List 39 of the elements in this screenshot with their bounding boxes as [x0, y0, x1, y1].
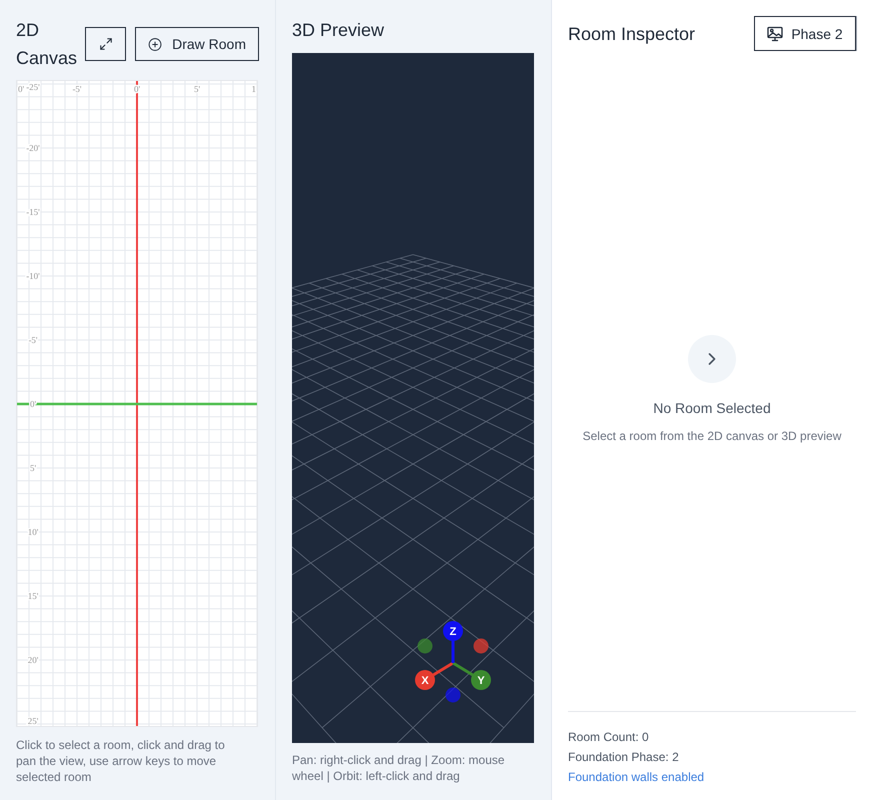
expand-button[interactable]	[85, 27, 126, 61]
stat-text: Room Count: 0	[568, 729, 650, 746]
status-text: Foundation walls enabled	[568, 769, 706, 786]
axis-tick-label: 1	[252, 84, 256, 94]
panel-title: Room Inspector	[568, 22, 696, 46]
axis-tick-label: 15'	[28, 591, 38, 601]
axis-tick-label: 5'	[194, 84, 200, 94]
axis-tick-label: 0'	[18, 84, 24, 94]
axis-dot-icon[interactable]	[474, 638, 488, 654]
axis-tick-label: 20'	[28, 655, 38, 665]
axis-tick-label: 5'	[30, 463, 36, 473]
axis-tick-label: -15'	[26, 207, 40, 217]
axis-dot-icon[interactable]	[446, 688, 460, 702]
preview-hint-text: Pan: right-click and drag | Zoom: mouse wheel | Orbit: left-click and drag	[292, 752, 506, 784]
empty-state-text: Select a room from the 2D canvas or 3D preview	[582, 428, 842, 444]
canvas-hint-text: Click to select a room, click and drag to pan the view, use arrow keys to move selected room	[16, 737, 226, 785]
axis-tick-label: -20'	[26, 143, 40, 153]
axis-handle[interactable]: Z	[443, 621, 463, 641]
panel-title: 3D Preview	[292, 19, 386, 42]
axis-handle[interactable]: Y	[471, 670, 491, 690]
monitor-image-icon	[767, 26, 784, 42]
phase-button[interactable]: Phase 2	[754, 16, 856, 51]
draw-room-button[interactable]: Draw Room	[135, 27, 259, 61]
plus-circle-icon	[148, 36, 162, 52]
axis-handle[interactable]: X	[415, 670, 435, 690]
panel-title: 2D Canvas	[16, 19, 78, 70]
chevron-right-icon	[688, 334, 736, 382]
expand-icon	[98, 37, 112, 51]
axis-tick-label: -5'	[72, 84, 82, 94]
axis-tick-label: 0'	[30, 399, 36, 409]
axis-dot-icon[interactable]	[418, 638, 432, 654]
axis-tick-label: 25'	[28, 716, 38, 726]
empty-state-title: No Room Selected	[653, 398, 771, 418]
stat-text: Foundation Phase: 2	[568, 749, 680, 766]
axis-tick-label: 10'	[28, 527, 38, 537]
axis-tick-label: -10'	[26, 271, 40, 281]
axis-tick-label: -25'	[26, 82, 40, 92]
preview-viewport[interactable]: X Y Z	[292, 53, 534, 743]
axis-tick-label: -5'	[28, 335, 38, 345]
